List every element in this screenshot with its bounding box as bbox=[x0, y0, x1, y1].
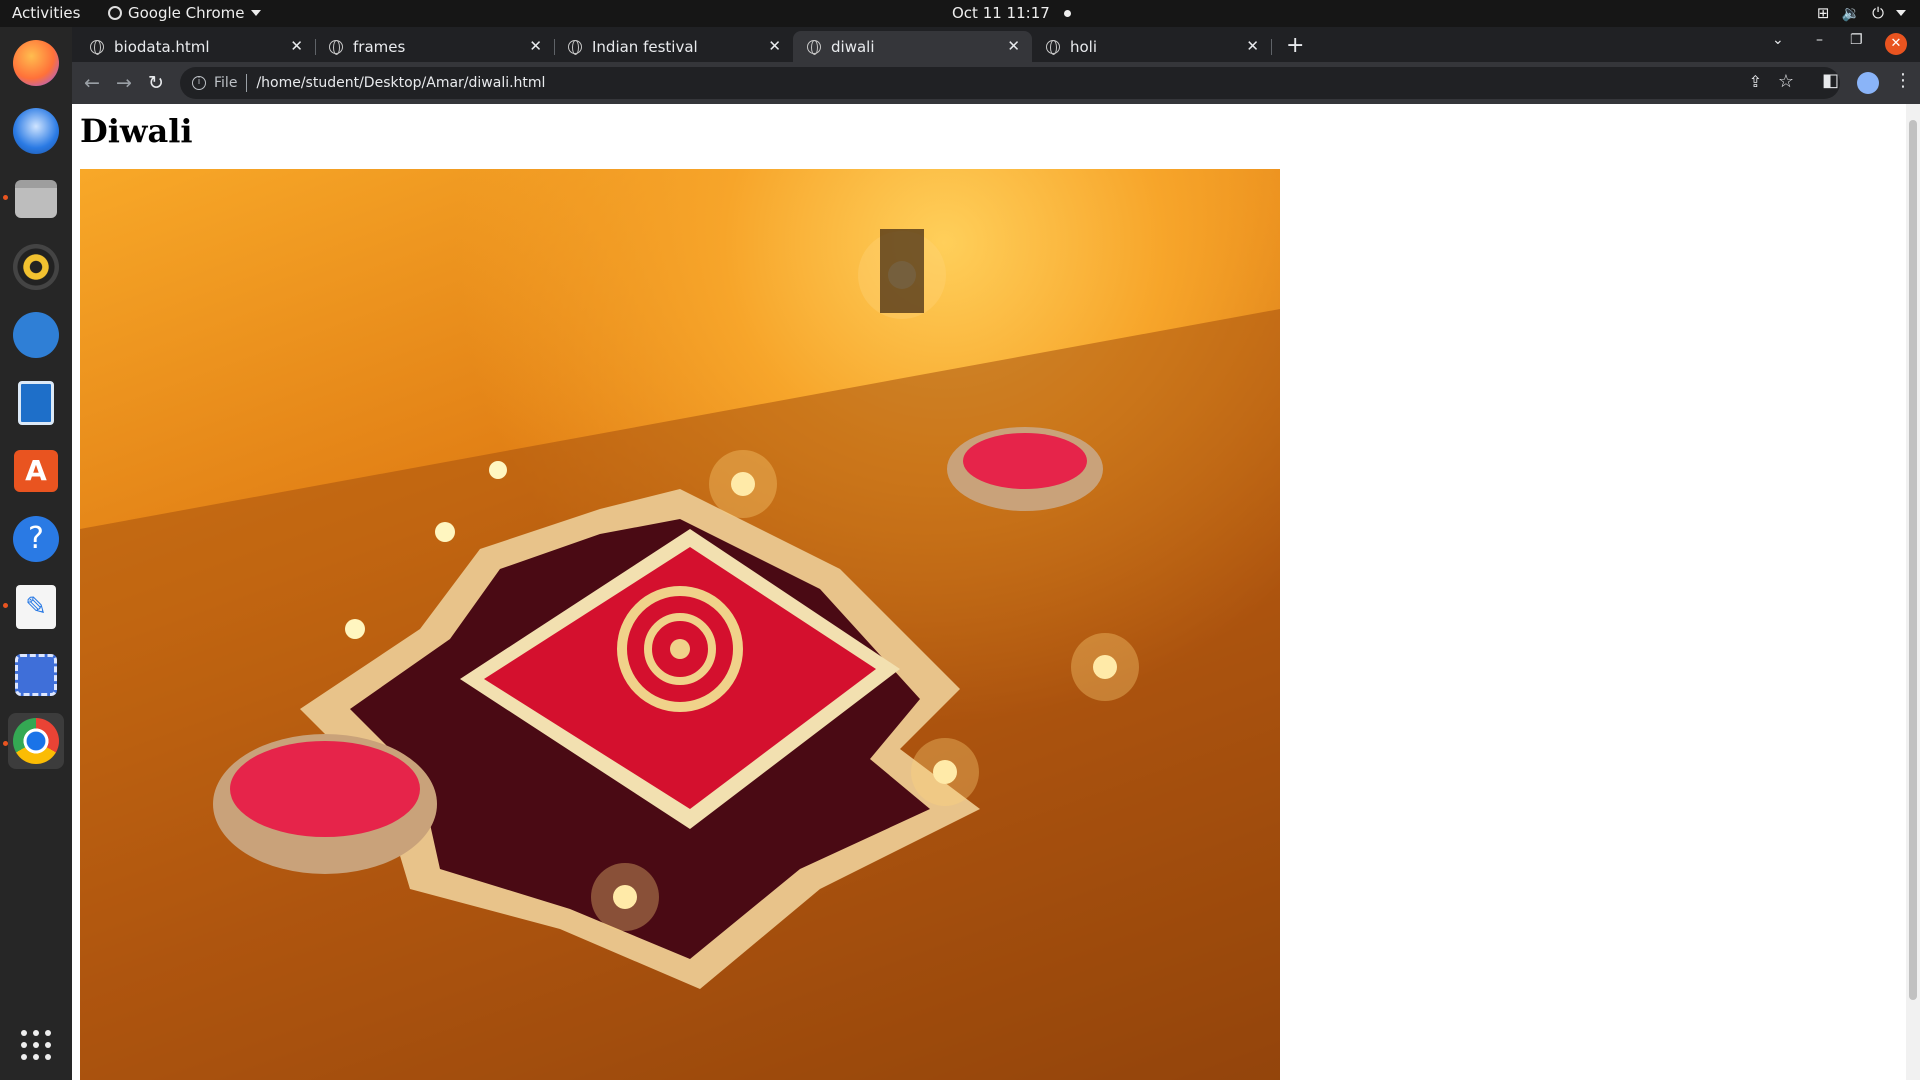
share-icon[interactable]: ⇪ bbox=[1749, 72, 1762, 91]
side-panel-icon[interactable]: ◧ bbox=[1822, 70, 1839, 91]
dock-rhythmbox[interactable] bbox=[8, 239, 64, 295]
tab-biodata[interactable]: biodata.html ✕ bbox=[76, 31, 316, 62]
address-bar[interactable]: i File /home/student/Desktop/Amar/diwali… bbox=[180, 67, 1840, 99]
globe-icon bbox=[90, 39, 104, 55]
menu-kebab-icon[interactable]: ⋮ bbox=[1894, 70, 1912, 91]
tab-search-chevron-icon[interactable]: ⌄ bbox=[1772, 32, 1784, 48]
system-top-bar: Activities Google Chrome Oct 11 11:17 ⊞ … bbox=[0, 0, 1920, 27]
clock[interactable]: Oct 11 11:17 bbox=[952, 4, 1071, 22]
tab-strip: biodata.html ✕ frames ✕ Indian festival … bbox=[72, 27, 1920, 62]
tab-indian-festival[interactable]: Indian festival ✕ bbox=[554, 31, 793, 62]
info-icon[interactable]: i bbox=[192, 76, 206, 90]
close-tab-icon[interactable]: ✕ bbox=[1007, 37, 1020, 55]
reload-icon[interactable]: ↻ bbox=[148, 72, 164, 94]
page-heading: Diwali bbox=[80, 112, 193, 150]
app-name: Google Chrome bbox=[128, 4, 245, 22]
system-tray[interactable]: ⊞ 🔉 ⏻ bbox=[1817, 4, 1906, 22]
chevron-down-icon bbox=[1896, 10, 1906, 16]
tab-label: frames bbox=[353, 37, 406, 56]
dock-software[interactable]: A bbox=[8, 443, 64, 499]
new-tab-button[interactable]: + bbox=[1286, 33, 1304, 58]
bookmark-star-icon[interactable]: ☆ bbox=[1778, 71, 1794, 92]
page-scrollbar[interactable] bbox=[1906, 104, 1920, 1080]
close-tab-icon[interactable]: ✕ bbox=[529, 37, 542, 55]
globe-icon bbox=[568, 39, 582, 55]
diwali-rangoli-image bbox=[80, 169, 1280, 1080]
rangoli-illustration bbox=[80, 229, 1280, 1080]
tab-label: holi bbox=[1070, 37, 1098, 56]
chrome-small-icon bbox=[108, 6, 122, 20]
profile-avatar[interactable] bbox=[1857, 72, 1879, 94]
dock-screenshot[interactable] bbox=[8, 647, 64, 703]
thunderbird-icon bbox=[13, 108, 59, 154]
document-icon bbox=[18, 381, 54, 425]
firefox-icon bbox=[13, 40, 59, 86]
dock: A ? ✎ bbox=[0, 27, 72, 1080]
clock-text: Oct 11 11:17 bbox=[952, 4, 1050, 22]
globe-icon bbox=[329, 39, 343, 55]
dock-writer[interactable] bbox=[8, 375, 64, 431]
folder-icon bbox=[15, 180, 57, 218]
url-text[interactable]: /home/student/Desktop/Amar/diwali.html bbox=[256, 75, 545, 91]
chrome-icon bbox=[13, 718, 59, 764]
scheme-label: File bbox=[214, 75, 238, 91]
globe-icon bbox=[1046, 39, 1060, 55]
tab-frames[interactable]: frames ✕ bbox=[315, 31, 555, 62]
globe-icon bbox=[807, 39, 821, 55]
screenshot-icon bbox=[15, 654, 57, 696]
minimize-icon[interactable]: – bbox=[1816, 32, 1823, 48]
activities-button[interactable]: Activities bbox=[12, 4, 80, 22]
dock-help[interactable]: ? bbox=[8, 511, 64, 567]
scrollbar-thumb[interactable] bbox=[1909, 120, 1917, 1000]
dock-firefox[interactable] bbox=[8, 35, 64, 91]
chevron-down-icon bbox=[250, 10, 261, 16]
tab-diwali[interactable]: diwali ✕ bbox=[793, 31, 1032, 62]
dock-thunderbird[interactable] bbox=[8, 103, 64, 159]
page-viewport: Diwali bbox=[72, 104, 1920, 1080]
close-tab-icon[interactable]: ✕ bbox=[290, 37, 303, 55]
text-editor-icon: ✎ bbox=[16, 585, 56, 629]
app-menu[interactable]: Google Chrome bbox=[108, 4, 261, 22]
forward-arrow-icon[interactable]: → bbox=[116, 72, 132, 94]
help-icon: ? bbox=[13, 516, 59, 562]
dock-files[interactable] bbox=[8, 171, 64, 227]
dock-android-studio[interactable] bbox=[8, 307, 64, 363]
rhythmbox-icon bbox=[13, 244, 59, 290]
tab-label: diwali bbox=[831, 37, 875, 56]
power-icon: ⏻ bbox=[1872, 4, 1884, 22]
show-applications-button[interactable] bbox=[21, 1030, 51, 1060]
close-tab-icon[interactable]: ✕ bbox=[1246, 37, 1259, 55]
dock-chrome[interactable] bbox=[8, 713, 64, 769]
tab-label: Indian festival bbox=[592, 37, 698, 56]
notification-dot-icon bbox=[1063, 9, 1071, 17]
browser-toolbar: ← → ↻ i File /home/student/Desktop/Amar/… bbox=[72, 62, 1920, 104]
volume-icon: 🔉 bbox=[1841, 4, 1861, 22]
tab-holi[interactable]: holi ✕ bbox=[1032, 31, 1272, 62]
back-arrow-icon[interactable]: ← bbox=[84, 72, 100, 94]
browser-window: biodata.html ✕ frames ✕ Indian festival … bbox=[72, 27, 1920, 1080]
app-store-icon: A bbox=[14, 450, 58, 492]
tab-label: biodata.html bbox=[114, 37, 210, 56]
window-close-button[interactable]: ✕ bbox=[1885, 33, 1907, 55]
android-studio-icon bbox=[13, 312, 59, 358]
dock-text-editor[interactable]: ✎ bbox=[8, 579, 64, 635]
restore-icon[interactable]: ❐ bbox=[1850, 32, 1863, 48]
network-icon: ⊞ bbox=[1816, 4, 1830, 22]
close-tab-icon[interactable]: ✕ bbox=[768, 37, 781, 55]
